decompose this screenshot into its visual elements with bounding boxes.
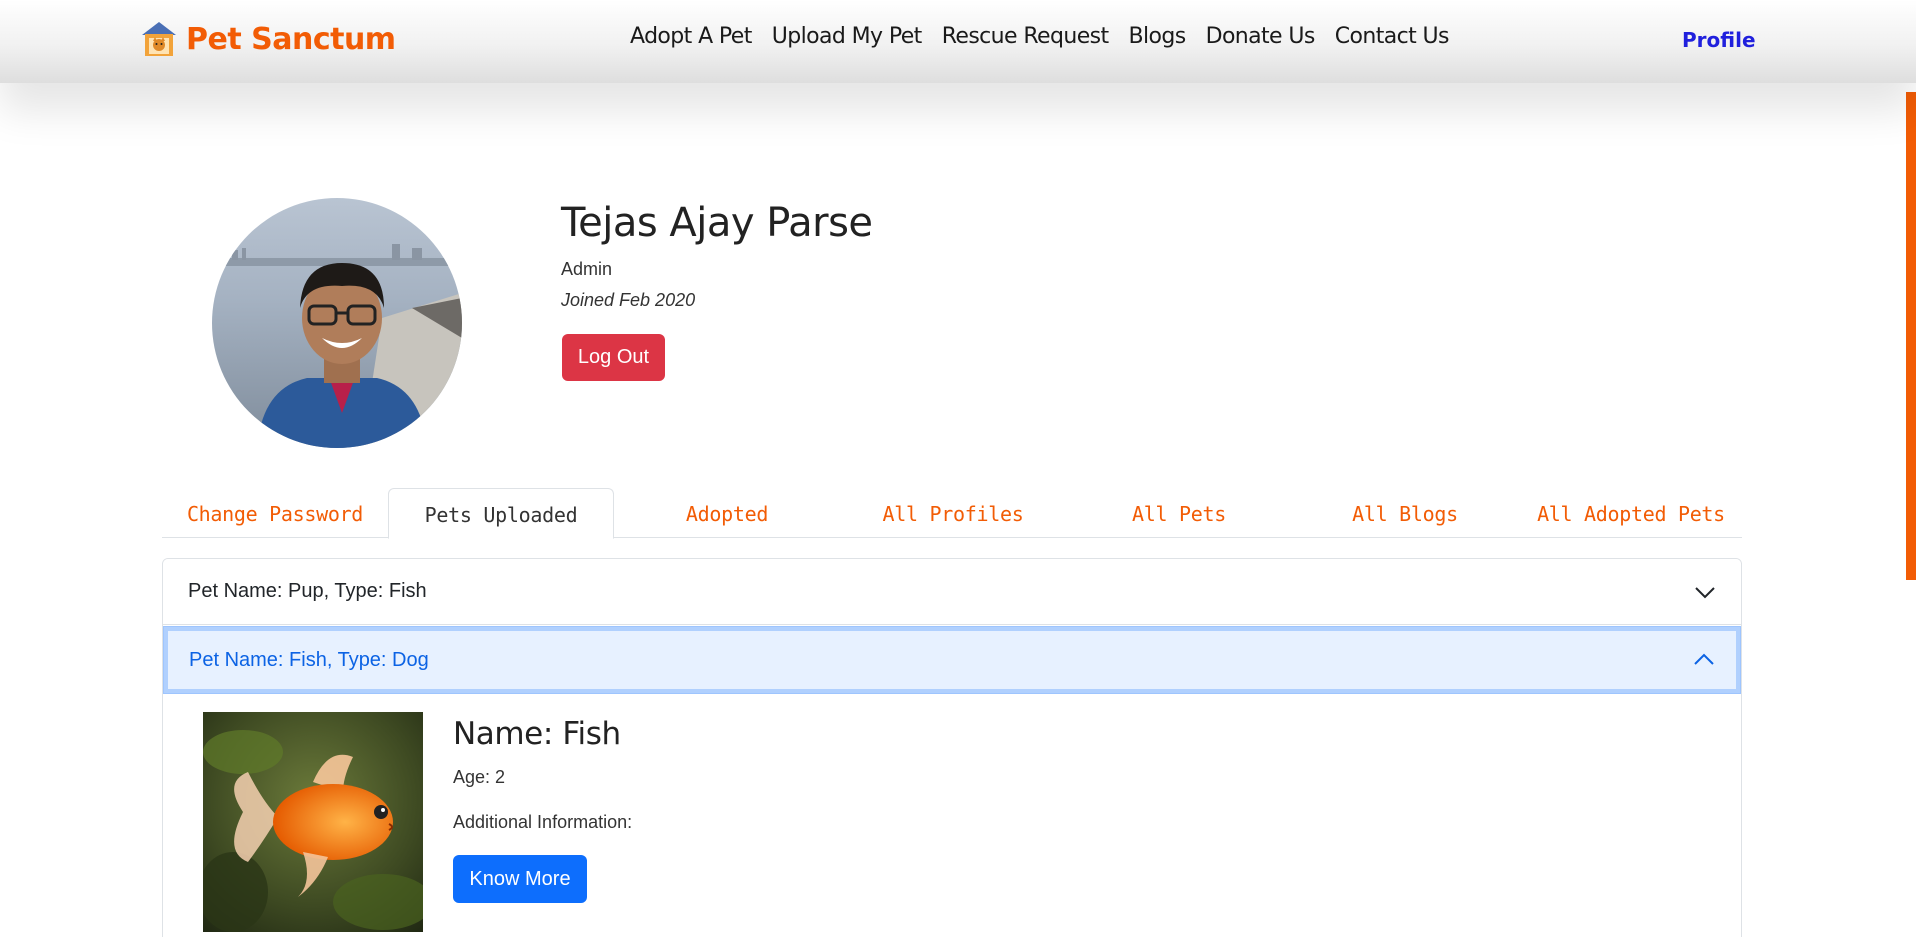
chevron-down-icon [1695,586,1715,598]
pet-name: Name: Fish [453,716,621,752]
avatar-photo [212,198,462,448]
nav-rescue-request[interactable]: Rescue Request [932,24,1119,49]
accordion-item-header[interactable]: Pet Name: Pup, Type: Fish [163,559,1741,625]
user-name: Tejas Ajay Parse [561,200,873,246]
logout-button[interactable]: Log Out [562,334,665,381]
tab-adopted[interactable]: Adopted [614,488,840,538]
nav-adopt-a-pet[interactable]: Adopt A Pet [620,24,762,49]
nav-contact-us[interactable]: Contact Us [1325,24,1459,49]
nav-blogs[interactable]: Blogs [1119,24,1196,49]
pet-image [203,712,423,932]
accordion-item-header-expanded[interactable]: Pet Name: Fish, Type: Dog [163,626,1741,694]
tab-all-adopted-pets[interactable]: All Adopted Pets [1518,488,1744,538]
top-navbar: Pet Sanctum Adopt A Pet Upload My Pet Re… [0,0,1916,83]
accordion-item-title: Pet Name: Fish, Type: Dog [189,648,429,671]
nav-links: Adopt A Pet Upload My Pet Rescue Request… [620,24,1459,49]
pet-age: Age: 2 [453,767,506,787]
pet-house-logo-icon [142,22,176,56]
tab-pets-uploaded[interactable]: Pets Uploaded [388,488,614,539]
pets-accordion: Pet Name: Pup, Type: Fish Pet Name: Fish… [162,558,1742,937]
profile-tabs: Change Password Pets Uploaded Adopted Al… [162,488,1744,539]
know-more-button[interactable]: Know More [453,855,587,903]
tab-all-blogs[interactable]: All Blogs [1292,488,1518,538]
scrollbar-thumb[interactable] [1906,92,1916,580]
brand-name: Pet Sanctum [186,21,396,57]
chevron-up-icon [1694,653,1714,665]
nav-profile-link[interactable]: Profile [1682,28,1756,52]
brand[interactable]: Pet Sanctum [140,20,396,58]
goldfish-photo [203,712,423,932]
tab-change-password[interactable]: Change Password [162,488,388,538]
avatar [212,198,462,448]
nav-donate-us[interactable]: Donate Us [1196,24,1325,49]
user-role: Admin [561,259,613,279]
nav-upload-my-pet[interactable]: Upload My Pet [762,24,932,49]
pet-additional-info: Additional Information: [453,812,633,832]
user-joined-date: Joined Feb 2020 [561,290,696,310]
tab-all-profiles[interactable]: All Profiles [840,488,1066,538]
accordion-item-title: Pet Name: Pup, Type: Fish [188,580,427,602]
tab-all-pets[interactable]: All Pets [1066,488,1292,538]
